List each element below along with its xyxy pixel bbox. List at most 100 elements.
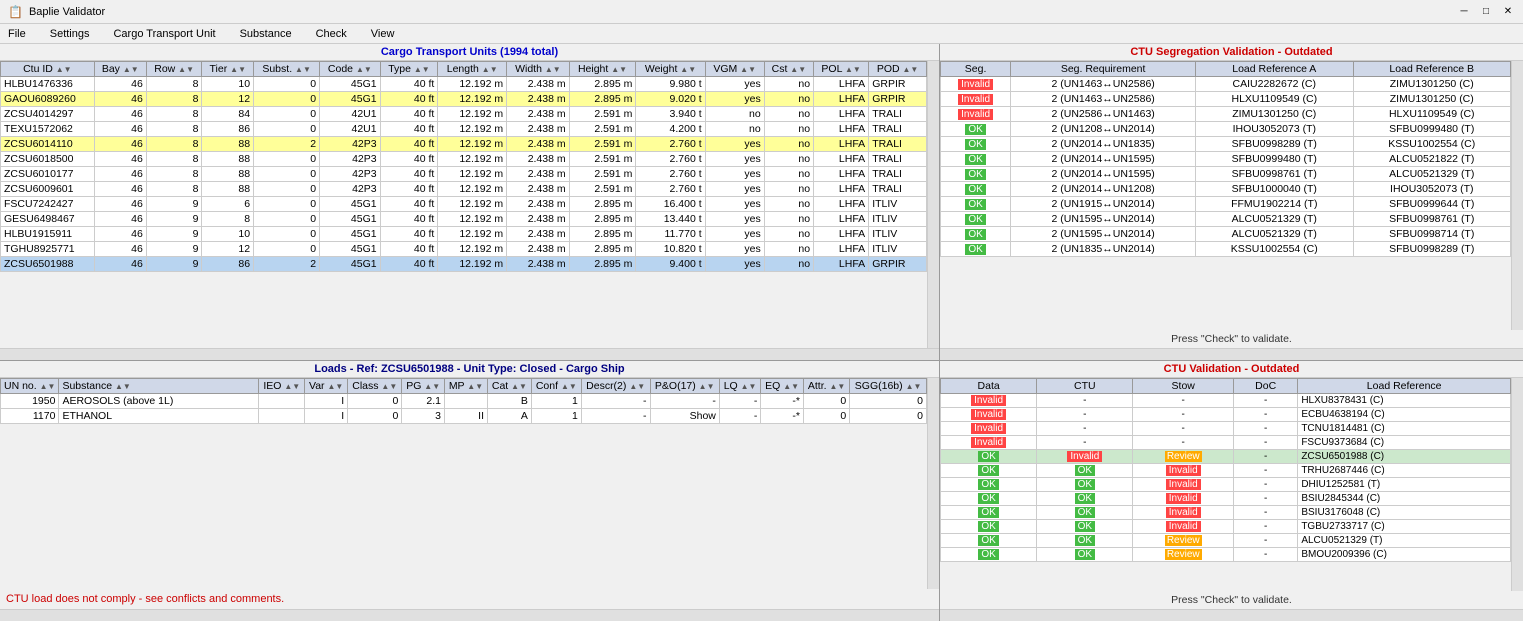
menu-substance[interactable]: Substance	[236, 27, 296, 41]
menu-check[interactable]: Check	[312, 27, 351, 41]
val-col-ref[interactable]: Load Reference	[1298, 379, 1511, 394]
menu-view[interactable]: View	[367, 27, 399, 41]
maximize-button[interactable]: □	[1479, 5, 1493, 19]
menu-file[interactable]: File	[4, 27, 30, 41]
val-table-row[interactable]: Invalid---HLXU8378431 (C)	[941, 394, 1511, 408]
ctu-table-row[interactable]: ZCSU401429746884042U140 ft12.192 m2.438 …	[1, 107, 927, 122]
ctu-table-row[interactable]: ZCSU650198846986245G140 ft12.192 m2.438 …	[1, 257, 927, 272]
seg-table-row[interactable]: OK2 (UN1595↔UN2014)ALCU0521329 (T)SFBU09…	[941, 212, 1511, 227]
seg-table-row[interactable]: OK2 (UN2014↔UN1208)SFBU1000040 (T)IHOU30…	[941, 182, 1511, 197]
loads-table-row[interactable]: 1170ETHANOLI03IIA1-Show--*00	[1, 409, 927, 424]
loads-col-descr[interactable]: Descr(2) ▲▼	[581, 379, 650, 394]
val-table-row[interactable]: Invalid---ECBU4638194 (C)	[941, 408, 1511, 422]
ctu-col-type[interactable]: Type ▲▼	[380, 62, 438, 77]
ctu-col-vgm[interactable]: VGM ▲▼	[705, 62, 764, 77]
seg-scrollbar-h[interactable]	[940, 348, 1523, 360]
seg-table-row[interactable]: OK2 (UN2014↔UN1595)SFBU0998761 (T)ALCU05…	[941, 167, 1511, 182]
seg-table-row[interactable]: OK2 (UN2014↔UN1835)SFBU0998289 (T)KSSU10…	[941, 137, 1511, 152]
seg-table-row[interactable]: OK2 (UN1915↔UN2014)FFMU1902214 (T)SFBU09…	[941, 197, 1511, 212]
loads-col-sgg[interactable]: SGG(16b) ▲▼	[850, 379, 927, 394]
ctu-scrollbar-v[interactable]	[927, 61, 939, 348]
loads-col-pg[interactable]: PG ▲▼	[402, 379, 445, 394]
loads-section-title: Loads - Ref: ZCSU6501988 - Unit Type: Cl…	[0, 361, 939, 378]
ctu-col-height[interactable]: Height ▲▼	[569, 62, 636, 77]
ctu-table-row[interactable]: ZCSU601017746888042P340 ft12.192 m2.438 …	[1, 167, 927, 182]
val-col-ctu[interactable]: CTU	[1037, 379, 1133, 394]
val-scrollbar-h[interactable]	[940, 609, 1523, 621]
close-button[interactable]: ✕	[1501, 5, 1515, 19]
loads-table-row[interactable]: 1950AEROSOLS (above 1L)I02.1B1----*00	[1, 394, 927, 409]
loads-col-un[interactable]: UN no. ▲▼	[1, 379, 59, 394]
val-col-stow[interactable]: Stow	[1133, 379, 1234, 394]
loads-col-lq[interactable]: LQ ▲▼	[719, 379, 760, 394]
ctu-table-wrapper[interactable]: Ctu ID ▲▼ Bay ▲▼ Row ▲▼ Tier ▲▼ Subst. ▲…	[0, 61, 927, 348]
ctu-table-row[interactable]: HLBU191591146910045G140 ft12.192 m2.438 …	[1, 227, 927, 242]
ctu-table-row[interactable]: HLBU147633646810045G140 ft12.192 m2.438 …	[1, 77, 927, 92]
loads-scrollbar-h[interactable]	[0, 609, 939, 621]
ctu-table-row[interactable]: TGHU892577146912045G140 ft12.192 m2.438 …	[1, 242, 927, 257]
val-table-row[interactable]: OKOKInvalid-TRHU2687446 (C)	[941, 464, 1511, 478]
seg-table-row[interactable]: Invalid2 (UN1463↔UN2586)HLXU1109549 (C)Z…	[941, 92, 1511, 107]
seg-table-row[interactable]: OK2 (UN2014↔UN1595)SFBU0999480 (T)ALCU05…	[941, 152, 1511, 167]
ctu-col-pol[interactable]: POL ▲▼	[814, 62, 869, 77]
seg-table-row[interactable]: Invalid2 (UN2586↔UN1463)ZIMU1301250 (C)H…	[941, 107, 1511, 122]
seg-col-seg[interactable]: Seg.	[941, 62, 1011, 77]
ctu-col-code[interactable]: Code ▲▼	[320, 62, 380, 77]
ctu-table-row[interactable]: ZCSU600960146888042P340 ft12.192 m2.438 …	[1, 182, 927, 197]
ctu-col-subst[interactable]: Subst. ▲▼	[254, 62, 320, 77]
ctu-col-tier[interactable]: Tier ▲▼	[202, 62, 254, 77]
menu-ctu[interactable]: Cargo Transport Unit	[109, 27, 219, 41]
ctu-table-row[interactable]: FSCU72424274696045G140 ft12.192 m2.438 m…	[1, 197, 927, 212]
ctu-table-row[interactable]: GESU64984674698045G140 ft12.192 m2.438 m…	[1, 212, 927, 227]
val-col-doc[interactable]: DoC	[1234, 379, 1298, 394]
ctu-col-length[interactable]: Length ▲▼	[438, 62, 507, 77]
loads-col-var[interactable]: Var ▲▼	[305, 379, 348, 394]
ctu-col-width[interactable]: Width ▲▼	[507, 62, 570, 77]
seg-table-row[interactable]: OK2 (UN1595↔UN2014)ALCU0521329 (T)SFBU09…	[941, 227, 1511, 242]
minimize-button[interactable]: ─	[1457, 5, 1471, 19]
val-table-row[interactable]: OKInvalidReview-ZCSU6501988 (C)	[941, 450, 1511, 464]
ctu-col-cst[interactable]: Cst ▲▼	[764, 62, 813, 77]
val-table-row[interactable]: OKOKReview-BMOU2009396 (C)	[941, 548, 1511, 562]
seg-table-row[interactable]: OK2 (UN1835↔UN2014)KSSU1002554 (C)SFBU09…	[941, 242, 1511, 257]
ctu-col-bay[interactable]: Bay ▲▼	[94, 62, 146, 77]
loads-col-mp[interactable]: MP ▲▼	[444, 379, 487, 394]
seg-col-req[interactable]: Seg. Requirement	[1011, 62, 1196, 77]
seg-table-row[interactable]: OK2 (UN1208↔UN2014)IHOU3052073 (T)SFBU09…	[941, 122, 1511, 137]
loads-col-conf[interactable]: Conf ▲▼	[531, 379, 581, 394]
val-table-row[interactable]: Invalid---TCNU1814481 (C)	[941, 422, 1511, 436]
loads-col-attr[interactable]: Attr. ▲▼	[803, 379, 849, 394]
loads-col-eq[interactable]: EQ ▲▼	[761, 379, 804, 394]
loads-table-wrapper[interactable]: UN no. ▲▼ Substance ▲▼ IEO ▲▼ Var ▲▼ Cla…	[0, 378, 927, 589]
loads-col-ieo[interactable]: IEO ▲▼	[259, 379, 305, 394]
val-table-row[interactable]: OKOKInvalid-DHIU1252581 (T)	[941, 478, 1511, 492]
seg-col-refa[interactable]: Load Reference A	[1196, 62, 1353, 77]
seg-scrollbar-v[interactable]	[1511, 61, 1523, 330]
val-scrollbar-v[interactable]	[1511, 378, 1523, 591]
ctu-table-row[interactable]: GAOU608926046812045G140 ft12.192 m2.438 …	[1, 92, 927, 107]
loads-col-class[interactable]: Class ▲▼	[348, 379, 402, 394]
val-table-row[interactable]: OKOKInvalid-BSIU2845344 (C)	[941, 492, 1511, 506]
ctu-col-id[interactable]: Ctu ID ▲▼	[1, 62, 95, 77]
ctu-scrollbar-h[interactable]	[0, 348, 939, 360]
menu-settings[interactable]: Settings	[46, 27, 94, 41]
loads-col-cat[interactable]: Cat ▲▼	[488, 379, 532, 394]
ctu-val-wrapper[interactable]: Data CTU Stow DoC Load Reference Invalid…	[940, 378, 1511, 591]
val-table-row[interactable]: Invalid---FSCU9373684 (C)	[941, 436, 1511, 450]
val-table-row[interactable]: OKOKReview-ALCU0521329 (T)	[941, 534, 1511, 548]
loads-scrollbar-v[interactable]	[927, 378, 939, 589]
ctu-col-weight[interactable]: Weight ▲▼	[636, 62, 705, 77]
ctu-table-row[interactable]: ZCSU601411046888242P340 ft12.192 m2.438 …	[1, 137, 927, 152]
val-col-data[interactable]: Data	[941, 379, 1037, 394]
ctu-col-pod[interactable]: POD ▲▼	[869, 62, 927, 77]
loads-col-substance[interactable]: Substance ▲▼	[59, 379, 259, 394]
ctu-table-row[interactable]: ZCSU601850046888042P340 ft12.192 m2.438 …	[1, 152, 927, 167]
val-table-row[interactable]: OKOKInvalid-TGBU2733717 (C)	[941, 520, 1511, 534]
val-table-row[interactable]: OKOKInvalid-BSIU3176048 (C)	[941, 506, 1511, 520]
ctu-col-row[interactable]: Row ▲▼	[146, 62, 202, 77]
seg-table-row[interactable]: Invalid2 (UN1463↔UN2586)CAIU2282672 (C)Z…	[941, 77, 1511, 92]
ctu-table-row[interactable]: TEXU157206246886042U140 ft12.192 m2.438 …	[1, 122, 927, 137]
seg-table-wrapper[interactable]: Seg. Seg. Requirement Load Reference A L…	[940, 61, 1511, 330]
seg-col-refb[interactable]: Load Reference B	[1353, 62, 1510, 77]
loads-col-po[interactable]: P&O(17) ▲▼	[650, 379, 719, 394]
